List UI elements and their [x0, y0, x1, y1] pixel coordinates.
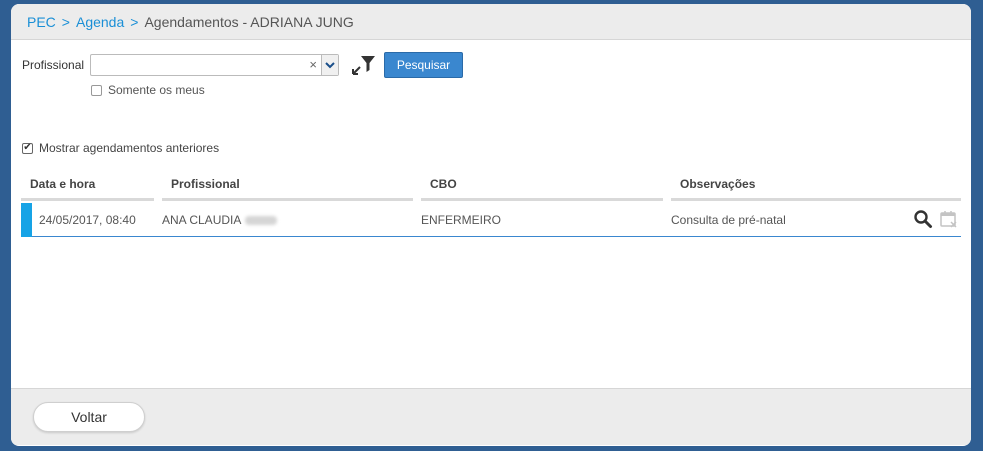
somente-os-meus-label: Somente os meus [108, 83, 205, 97]
main-content: Profissional × Pesquisar Somente os meus… [11, 40, 971, 389]
breadcrumb-current: Agendamentos - ADRIANA JUNG [144, 13, 354, 30]
breadcrumb-pec-link[interactable]: PEC [27, 14, 56, 30]
column-header-data-hora[interactable]: Data e hora [21, 171, 154, 201]
agendamentos-table: Data e hora Profissional CBO Observações… [21, 171, 961, 237]
mostrar-anteriores-label: Mostrar agendamentos anteriores [39, 141, 220, 155]
app-window: PEC > Agenda > Agendamentos - ADRIANA JU… [11, 4, 971, 446]
clear-icon[interactable]: × [309, 57, 317, 72]
somente-os-meus-checkbox[interactable] [91, 84, 102, 96]
row-actions [913, 209, 959, 232]
somente-os-meus-checkbox-row[interactable]: Somente os meus [91, 83, 205, 97]
breadcrumb: PEC > Agenda > Agendamentos - ADRIANA JU… [11, 4, 971, 40]
profissional-select[interactable]: × [90, 54, 339, 76]
cell-data-hora: 24/05/2017, 08:40 [39, 212, 136, 227]
cell-profissional: ANA CLAUDIA [162, 213, 421, 227]
redacted-text [245, 215, 278, 225]
breadcrumb-separator: > [61, 13, 70, 30]
profissional-label: Profissional [22, 58, 85, 72]
column-header-observacoes[interactable]: Observações [671, 171, 961, 201]
filter-icon[interactable] [351, 53, 377, 77]
table-row[interactable]: 24/05/2017, 08:40 ANA CLAUDIA ENFERMEIRO… [21, 203, 961, 237]
breadcrumb-agenda-link[interactable]: Agenda [76, 14, 124, 30]
magnifier-icon[interactable] [913, 209, 933, 232]
footer-bar: Voltar [11, 388, 971, 445]
mostrar-anteriores-checkbox-row[interactable]: ✔ Mostrar agendamentos anteriores [22, 141, 219, 155]
calendar-cancel-icon[interactable] [939, 209, 959, 232]
table-header: Data e hora Profissional CBO Observações [21, 171, 961, 201]
column-header-cbo[interactable]: CBO [421, 171, 663, 201]
breadcrumb-separator: > [130, 13, 139, 30]
mostrar-anteriores-checkbox[interactable]: ✔ [22, 142, 33, 154]
row-marker [21, 203, 32, 237]
cell-profissional-name: ANA CLAUDIA [162, 212, 242, 227]
cell-observacoes: Consulta de pré-natal [671, 212, 786, 227]
pesquisar-button[interactable]: Pesquisar [384, 52, 463, 78]
cell-cbo: ENFERMEIRO [421, 212, 502, 227]
voltar-button[interactable]: Voltar [33, 402, 145, 432]
chevron-down-icon[interactable] [321, 55, 338, 75]
column-header-profissional[interactable]: Profissional [162, 171, 413, 201]
